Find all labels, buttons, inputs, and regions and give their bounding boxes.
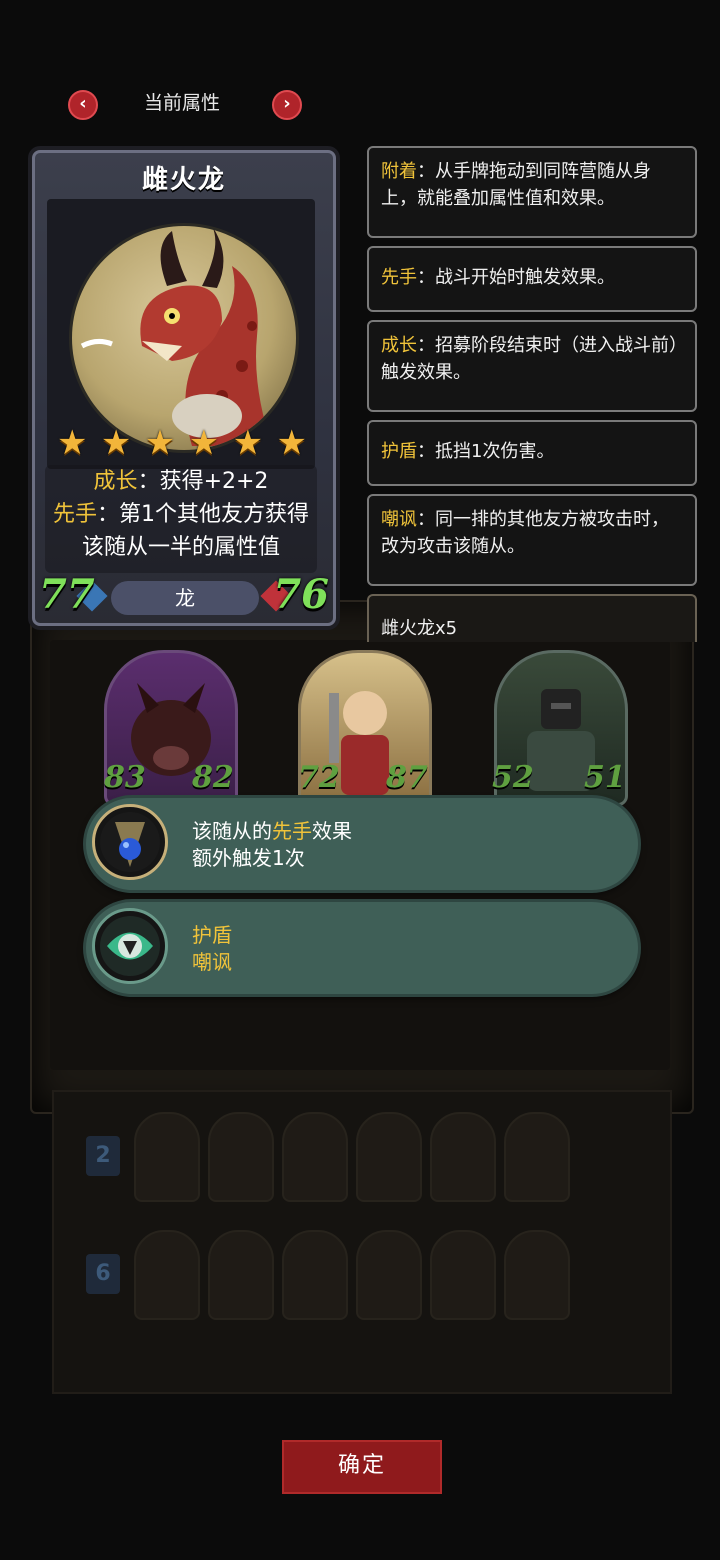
banner-battlecry-text: 该随从的先手效果 额外触发1次 bbox=[192, 818, 352, 872]
card-attack: 77 bbox=[39, 571, 95, 618]
banner-battlecry-line1: 该随从的先手效果 bbox=[192, 818, 352, 845]
chevron-right-icon: › bbox=[283, 93, 291, 114]
dragon-portrait bbox=[69, 223, 299, 453]
banner-battlecry-line2: 额外触发1次 bbox=[192, 846, 305, 870]
blue-orb-icon bbox=[92, 804, 168, 880]
tray-card[interactable] bbox=[134, 1230, 200, 1320]
board-minion-2-health: 87 bbox=[386, 760, 428, 795]
banner-text-pre: 该随从的 bbox=[192, 819, 272, 843]
tooltip-growth: 成长：招募阶段结束时（进入战斗前）触发效果。 bbox=[367, 320, 697, 412]
tooltip-text: ：抵挡1次伤害。 bbox=[417, 441, 555, 462]
star-icon: ★ bbox=[232, 423, 264, 463]
attached-stack-label: 雌火龙x5 bbox=[367, 594, 697, 642]
star-icon: ★ bbox=[276, 423, 307, 463]
banner-keyword-text: 护盾 嘲讽 bbox=[192, 922, 232, 976]
board-minion-3-health: 51 bbox=[584, 760, 626, 795]
star-icon: ★ bbox=[188, 423, 220, 463]
battlecry-keyword: 先手 bbox=[52, 502, 97, 527]
tray-card[interactable] bbox=[504, 1112, 570, 1202]
card-health: 76 bbox=[273, 571, 329, 618]
banner-keyword: 先手 bbox=[272, 819, 312, 843]
board-minion-3-attack: 52 bbox=[492, 760, 534, 795]
star-rating: ★ ★ ★ ★ ★ ★ bbox=[57, 425, 307, 461]
tray-card[interactable] bbox=[356, 1112, 422, 1202]
tray-tier-badge: 6 bbox=[86, 1254, 120, 1294]
prev-button[interactable]: ‹ bbox=[68, 90, 98, 120]
growth-keyword: 成长 bbox=[93, 469, 138, 494]
star-icon: ★ bbox=[100, 423, 132, 463]
confirm-button[interactable]: 确定 bbox=[282, 1440, 442, 1494]
star-icon: ★ bbox=[57, 423, 88, 463]
banner-battlecry-buff: 该随从的先手效果 额外触发1次 bbox=[86, 798, 638, 890]
card-name: 雌火龙 bbox=[141, 165, 226, 195]
tray-card[interactable] bbox=[282, 1230, 348, 1320]
star-icon: ★ bbox=[144, 423, 176, 463]
tooltip-shield: 护盾：抵挡1次伤害。 bbox=[367, 420, 697, 486]
tribe-label: 龙 bbox=[111, 581, 259, 615]
tooltip-keyword: 嘲讽 bbox=[381, 509, 417, 530]
chevron-left-icon: ‹ bbox=[79, 93, 87, 114]
board-minion-1-health: 82 bbox=[192, 760, 234, 795]
card-description: 成长：获得+2+2 先手：第1个其他友方获得该随从一半的属性值 bbox=[45, 465, 317, 573]
banner-keyword-taunt: 嘲讽 bbox=[192, 950, 232, 974]
tooltip-text: ：战斗开始时触发效果。 bbox=[417, 267, 615, 288]
tooltip-keyword: 成长 bbox=[381, 335, 417, 356]
tooltip-keyword: 先手 bbox=[381, 267, 417, 288]
dragon-art bbox=[80, 226, 272, 446]
tooltip-attach: 附着：从手牌拖动到同阵营随从身上，就能叠加属性值和效果。 bbox=[367, 146, 697, 238]
tooltip-keyword: 护盾 bbox=[381, 441, 417, 462]
tray-card[interactable] bbox=[208, 1230, 274, 1320]
tray-tier-badge: 2 bbox=[86, 1136, 120, 1176]
tray-card[interactable] bbox=[430, 1230, 496, 1320]
banner-keyword-buff: 护盾 嘲讽 bbox=[86, 902, 638, 994]
tooltip-text: ：同一排的其他友方被攻击时，改为攻击该随从。 bbox=[381, 509, 669, 557]
attribute-header: ‹ 当前属性 › bbox=[60, 86, 310, 120]
next-button[interactable]: › bbox=[272, 90, 302, 120]
banner-text-post: 效果 bbox=[312, 819, 352, 843]
board-minion-1-attack: 83 bbox=[104, 760, 146, 795]
tray-card[interactable] bbox=[208, 1112, 274, 1202]
tray-row-2 bbox=[134, 1230, 634, 1320]
growth-text: ：获得+2+2 bbox=[137, 469, 269, 494]
page-title: 当前属性 bbox=[143, 92, 220, 114]
tray-card[interactable] bbox=[356, 1230, 422, 1320]
board-minion-2-attack: 72 bbox=[298, 760, 340, 795]
minion-card: 雌火龙 ★ ★ ★ ★ ★ ★ 成长：获得+2+2 先手：第1个其他友方获得该随… bbox=[32, 150, 336, 626]
banner-keyword-shield: 护盾 bbox=[192, 923, 232, 947]
card-growth-line: 成长：获得+2+2 bbox=[45, 465, 317, 498]
tooltip-battlecry: 先手：战斗开始时触发效果。 bbox=[367, 246, 697, 312]
tray-row-1 bbox=[134, 1112, 634, 1202]
tooltip-text: ：招募阶段结束时（进入战斗前）触发效果。 bbox=[381, 335, 678, 383]
tray-card[interactable] bbox=[282, 1112, 348, 1202]
tray-card[interactable] bbox=[430, 1112, 496, 1202]
tooltip-text: ：从手牌拖动到同阵营随从身上，就能叠加属性值和效果。 bbox=[381, 161, 651, 209]
battlecry-text: ：第1个其他友方获得该随从一半的属性值 bbox=[81, 502, 309, 560]
tooltip-keyword: 附着 bbox=[381, 161, 417, 182]
shield-taunt-icon bbox=[92, 908, 168, 984]
tooltip-taunt: 嘲讽：同一排的其他友方被攻击时，改为攻击该随从。 bbox=[367, 494, 697, 586]
tray-card[interactable] bbox=[134, 1112, 200, 1202]
tray-card[interactable] bbox=[504, 1230, 570, 1320]
card-battlecry-line: 先手：第1个其他友方获得该随从一半的属性值 bbox=[45, 498, 317, 564]
